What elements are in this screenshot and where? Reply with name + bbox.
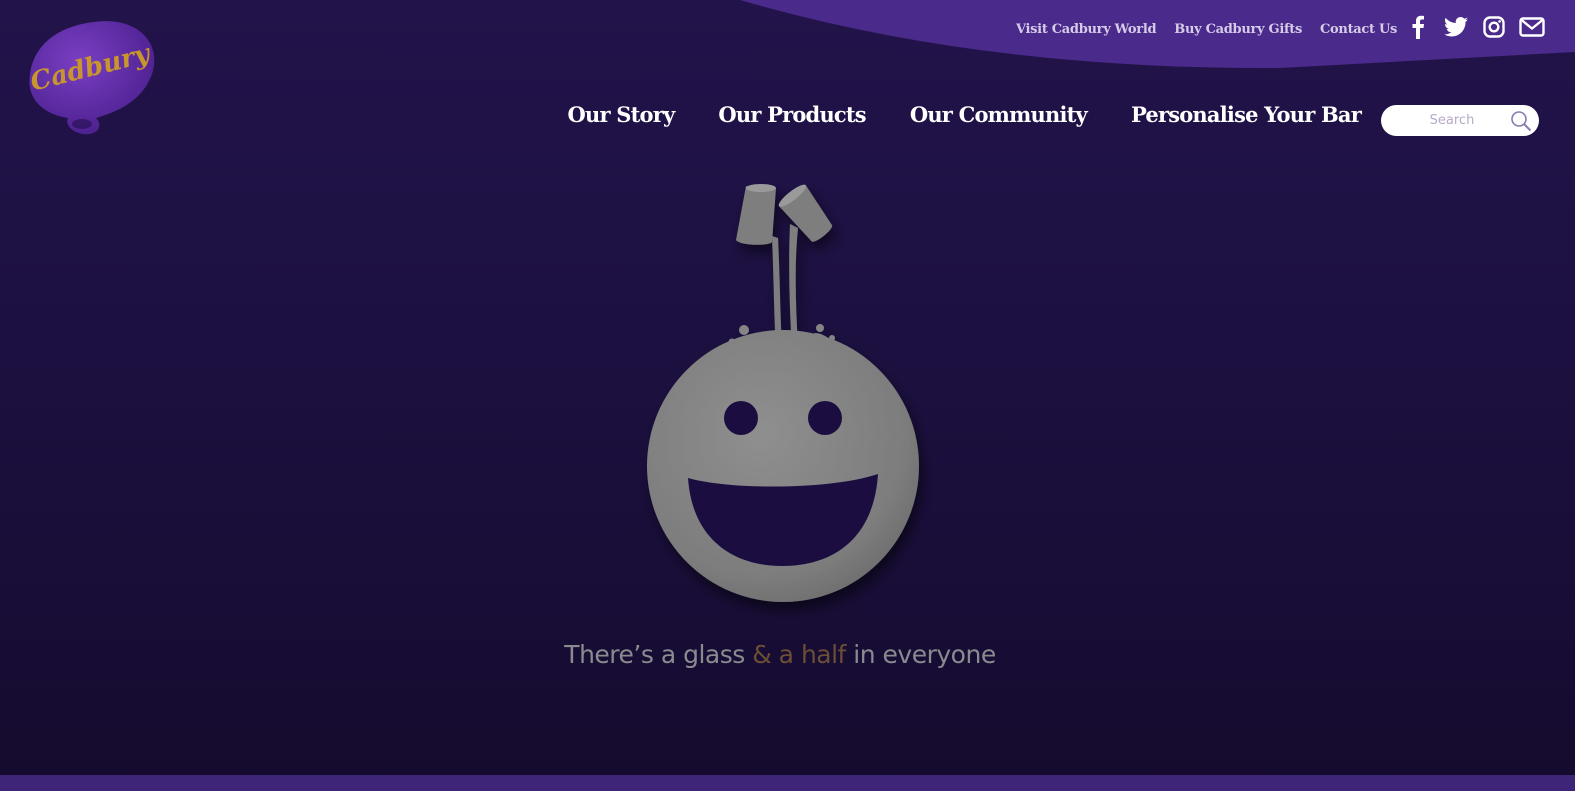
tagline-accent: & a half [752,640,846,669]
footer-strip [0,775,1575,791]
hero-illustration [620,178,940,618]
utility-link-buy-gifts[interactable]: Buy Cadbury Gifts [1174,22,1302,37]
hero-tagline: There’s a glass & a half in everyone [0,640,1560,669]
search-input[interactable] [1395,112,1509,129]
cadbury-logo[interactable]: Cadbury [24,14,159,139]
envelope-icon[interactable] [1519,14,1545,40]
nav-our-products[interactable]: Our Products [718,102,866,127]
search-box [1381,105,1539,136]
header-wave [740,0,1575,69]
main-nav: Our Story Our Products Our Community Per… [567,102,1361,127]
tagline-end: in everyone [845,640,996,669]
facebook-icon[interactable] [1405,14,1431,40]
nav-our-story[interactable]: Our Story [567,102,675,127]
search-icon[interactable] [1509,109,1533,133]
tagline-start: There’s a glass [564,640,753,669]
nav-our-community[interactable]: Our Community [910,102,1088,127]
utility-link-contact[interactable]: Contact Us [1320,22,1397,37]
social-links [1405,14,1545,40]
instagram-icon[interactable] [1481,14,1507,40]
utility-link-cadbury-world[interactable]: Visit Cadbury World [1016,22,1157,37]
twitter-icon[interactable] [1443,14,1469,40]
page: Cadbury Visit Cadbury World Buy Cadbury … [0,0,1575,791]
utility-nav: Visit Cadbury World Buy Cadbury Gifts Co… [1016,22,1397,37]
nav-personalise-your-bar[interactable]: Personalise Your Bar [1131,102,1362,127]
smiley-glass-icon [647,184,919,602]
